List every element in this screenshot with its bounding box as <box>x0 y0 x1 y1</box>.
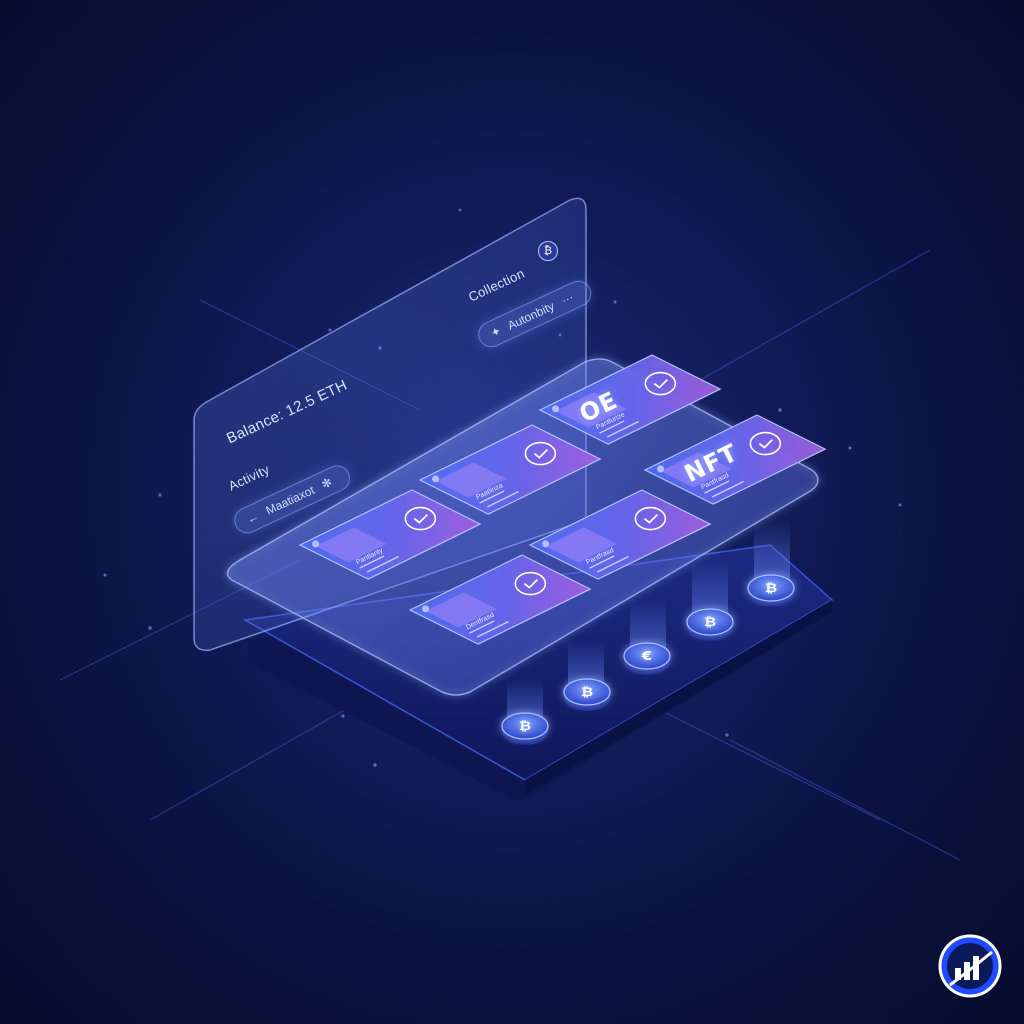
card-status-dot <box>552 405 560 413</box>
card-status-dot <box>422 605 430 613</box>
arrow-left-icon: ← <box>244 508 262 527</box>
settings-icon: ✻ <box>319 474 335 492</box>
isometric-scene <box>59 197 1002 998</box>
coin-symbol: ₿ <box>580 684 594 700</box>
card-status-dot <box>312 540 320 548</box>
more-icon: ··· <box>559 289 576 308</box>
coin-symbol: ₿ <box>764 580 778 596</box>
card-status-dot <box>657 465 665 473</box>
coin-symbol: ₿ <box>518 718 532 734</box>
coin-symbol: € <box>641 648 653 664</box>
card-status-dot <box>432 475 440 483</box>
card-status-dot <box>542 540 550 548</box>
bitcoin-badge-icon[interactable]: ₿ <box>538 241 558 261</box>
coin-symbol: ₿ <box>703 614 717 630</box>
chart-logo-icon <box>938 934 1002 998</box>
sparkle-icon: ✦ <box>488 323 504 341</box>
